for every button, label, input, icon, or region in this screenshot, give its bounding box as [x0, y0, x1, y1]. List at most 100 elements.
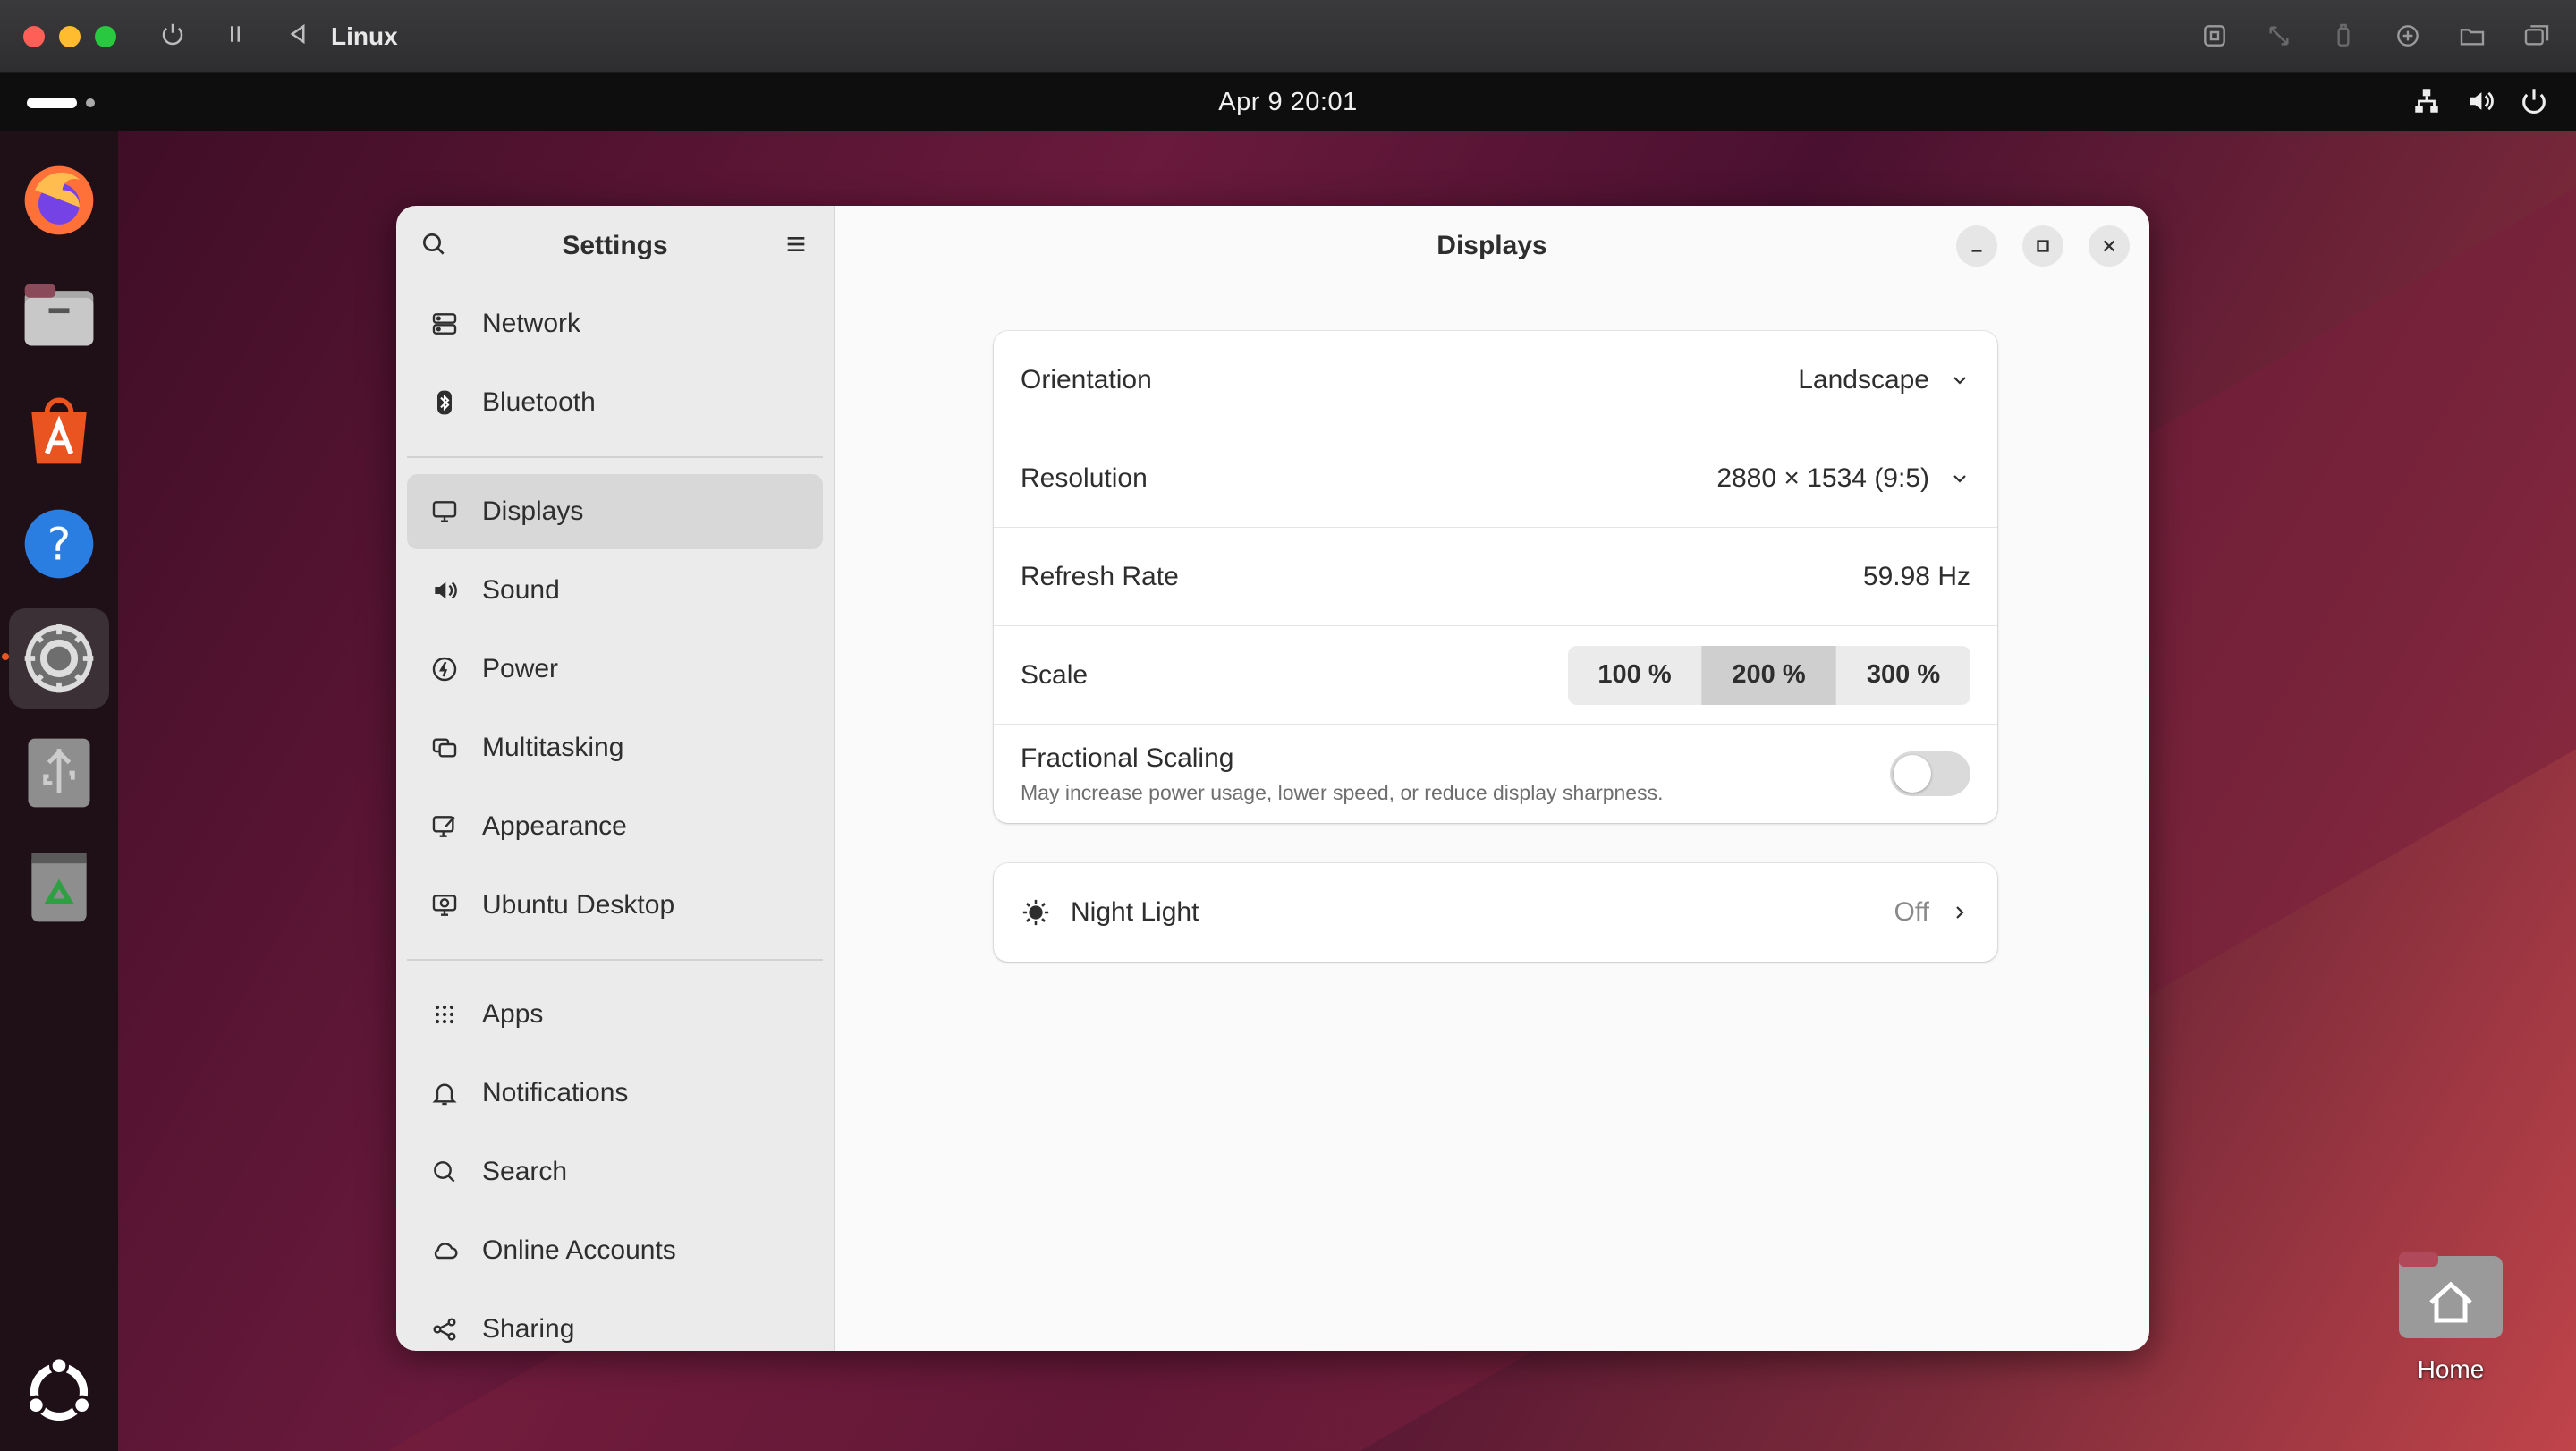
sidebar-title: Settings — [562, 231, 668, 260]
scale-300-button[interactable]: 300 % — [1836, 645, 1970, 705]
show-apps-button[interactable] — [20, 1353, 98, 1431]
files-launcher[interactable] — [9, 265, 109, 365]
vm-title: Linux — [331, 21, 398, 50]
night-light-status: Off — [1894, 897, 1970, 928]
maximize-button[interactable] — [2022, 225, 2063, 267]
sidebar-item-multitasking[interactable]: Multitasking — [407, 710, 823, 785]
settings-launcher[interactable] — [2, 608, 109, 709]
shared-folder-icon[interactable] — [2458, 21, 2487, 55]
clock[interactable]: Apr 9 20:01 — [0, 88, 2576, 117]
bell-icon — [432, 1083, 457, 1106]
ubuntu-desktop-icon — [432, 895, 457, 916]
cloud-icon — [434, 1243, 458, 1260]
sidebar-item-displays[interactable]: Displays — [407, 474, 823, 549]
share-icon — [433, 1318, 456, 1341]
network-share-icon[interactable] — [2394, 21, 2422, 55]
maximize-icon — [2037, 240, 2049, 252]
resolution-value: 2880 × 1534 (9:5) — [1716, 462, 1929, 493]
firefox-icon — [24, 165, 94, 235]
minimize-icon — [1971, 250, 1982, 252]
vm-pause-icon[interactable] — [222, 21, 249, 52]
power-icon — [432, 657, 457, 682]
usb-launcher[interactable] — [9, 723, 109, 823]
orientation-label: Orientation — [1021, 364, 1152, 395]
windows-icon[interactable] — [2522, 21, 2551, 55]
power-menu-icon[interactable] — [2519, 86, 2549, 121]
volume-icon[interactable] — [2465, 86, 2496, 121]
system-tray[interactable] — [2411, 86, 2549, 121]
fractional-scaling-label: Fractional Scaling — [1021, 742, 1234, 773]
display-settings-card: Orientation Landscape Resolution 2880 × … — [994, 331, 1997, 823]
display-icon — [432, 501, 457, 522]
firefox-launcher[interactable] — [9, 150, 109, 250]
appearance-icon — [432, 816, 455, 837]
resolution-dropdown[interactable]: 2880 × 1534 (9:5) — [1716, 463, 1970, 494]
help-launcher[interactable]: ? — [9, 494, 109, 594]
usb-device-icon[interactable] — [2329, 21, 2358, 55]
sidebar-item-label: Power — [482, 654, 559, 683]
sidebar-item-label: Online Accounts — [482, 1235, 676, 1265]
settings-window: Settings Network Bluetooth Displays Soun… — [396, 206, 2149, 1351]
night-light-row[interactable]: Night Light Off — [994, 863, 1997, 962]
home-label: Home — [2417, 1355, 2485, 1383]
night-light-card: Night Light Off — [994, 863, 1997, 962]
minimize-window-button[interactable] — [59, 25, 80, 47]
sidebar-item-sound[interactable]: Sound — [407, 553, 823, 628]
resolution-row[interactable]: Resolution 2880 × 1534 (9:5) — [994, 429, 1997, 528]
close-button[interactable] — [2089, 225, 2130, 267]
app-center-launcher[interactable] — [9, 379, 109, 479]
sidebar-item-power[interactable]: Power — [407, 632, 823, 707]
sidebar-item-search[interactable]: Search — [407, 1134, 823, 1209]
settings-gear-icon — [24, 624, 94, 693]
minimize-button[interactable] — [1956, 225, 1997, 267]
trash-launcher[interactable] — [9, 837, 109, 938]
zoom-window-button[interactable] — [95, 25, 116, 47]
network-status-icon[interactable] — [2411, 86, 2442, 121]
sidebar-item-label: Apps — [482, 999, 544, 1029]
settings-sidebar: Settings Network Bluetooth Displays Soun… — [396, 206, 835, 1351]
home-folder-icon — [2399, 1252, 2503, 1338]
sidebar-item-label: Notifications — [482, 1078, 629, 1107]
dock: ? — [0, 131, 118, 1451]
search-button[interactable] — [419, 230, 448, 263]
refresh-rate-value: 59.98 Hz — [1862, 561, 1970, 591]
sidebar-item-bluetooth[interactable]: Bluetooth — [407, 365, 823, 440]
scale-100-button[interactable]: 100 % — [1568, 645, 1702, 705]
sidebar-separator — [407, 959, 823, 961]
sidebar-item-notifications[interactable]: Notifications — [407, 1056, 823, 1131]
sidebar-item-appearance[interactable]: Appearance — [407, 789, 823, 864]
sidebar-item-network[interactable]: Network — [407, 286, 823, 361]
usb-drive-icon — [28, 738, 90, 808]
keyboard-icon[interactable] — [2200, 21, 2229, 55]
fractional-scaling-switch[interactable] — [1890, 751, 1970, 796]
vm-power-icon[interactable] — [159, 21, 186, 52]
close-window-button[interactable] — [23, 25, 45, 47]
scale-row: Scale 100 % 200 % 300 % — [994, 626, 1997, 725]
chevron-right-icon — [1956, 906, 1964, 919]
orientation-row[interactable]: Orientation Landscape — [994, 331, 1997, 429]
window-controls — [23, 25, 116, 47]
trash-icon — [31, 853, 87, 922]
multitasking-icon — [432, 738, 457, 758]
svg-text:?: ? — [47, 518, 71, 570]
sidebar-separator — [407, 456, 823, 458]
sidebar-item-apps[interactable]: Apps — [407, 977, 823, 1052]
sidebar-item-online-accounts[interactable]: Online Accounts — [407, 1213, 823, 1288]
sound-icon — [435, 581, 457, 599]
scale-200-button[interactable]: 200 % — [1702, 645, 1836, 705]
fractional-scaling-row[interactable]: Fractional Scaling May increase power us… — [994, 725, 1997, 823]
search-icon — [434, 1161, 455, 1183]
orientation-dropdown[interactable]: Landscape — [1798, 365, 1970, 395]
fractional-scaling-description: May increase power usage, lower speed, o… — [1021, 780, 1664, 804]
scale-label: Scale — [1021, 659, 1089, 690]
menu-button[interactable] — [782, 230, 810, 263]
sidebar-item-sharing[interactable]: Sharing — [407, 1292, 823, 1351]
home-desktop-icon[interactable]: Home — [2399, 1252, 2503, 1384]
refresh-rate-label: Refresh Rate — [1021, 561, 1179, 591]
resize-icon[interactable] — [2265, 21, 2293, 55]
vm-back-icon[interactable] — [284, 21, 311, 52]
app-center-icon — [31, 397, 87, 464]
sidebar-item-ubuntu-desktop[interactable]: Ubuntu Desktop — [407, 868, 823, 943]
sidebar-item-label: Network — [482, 309, 581, 338]
sidebar-item-label: Displays — [482, 496, 584, 526]
